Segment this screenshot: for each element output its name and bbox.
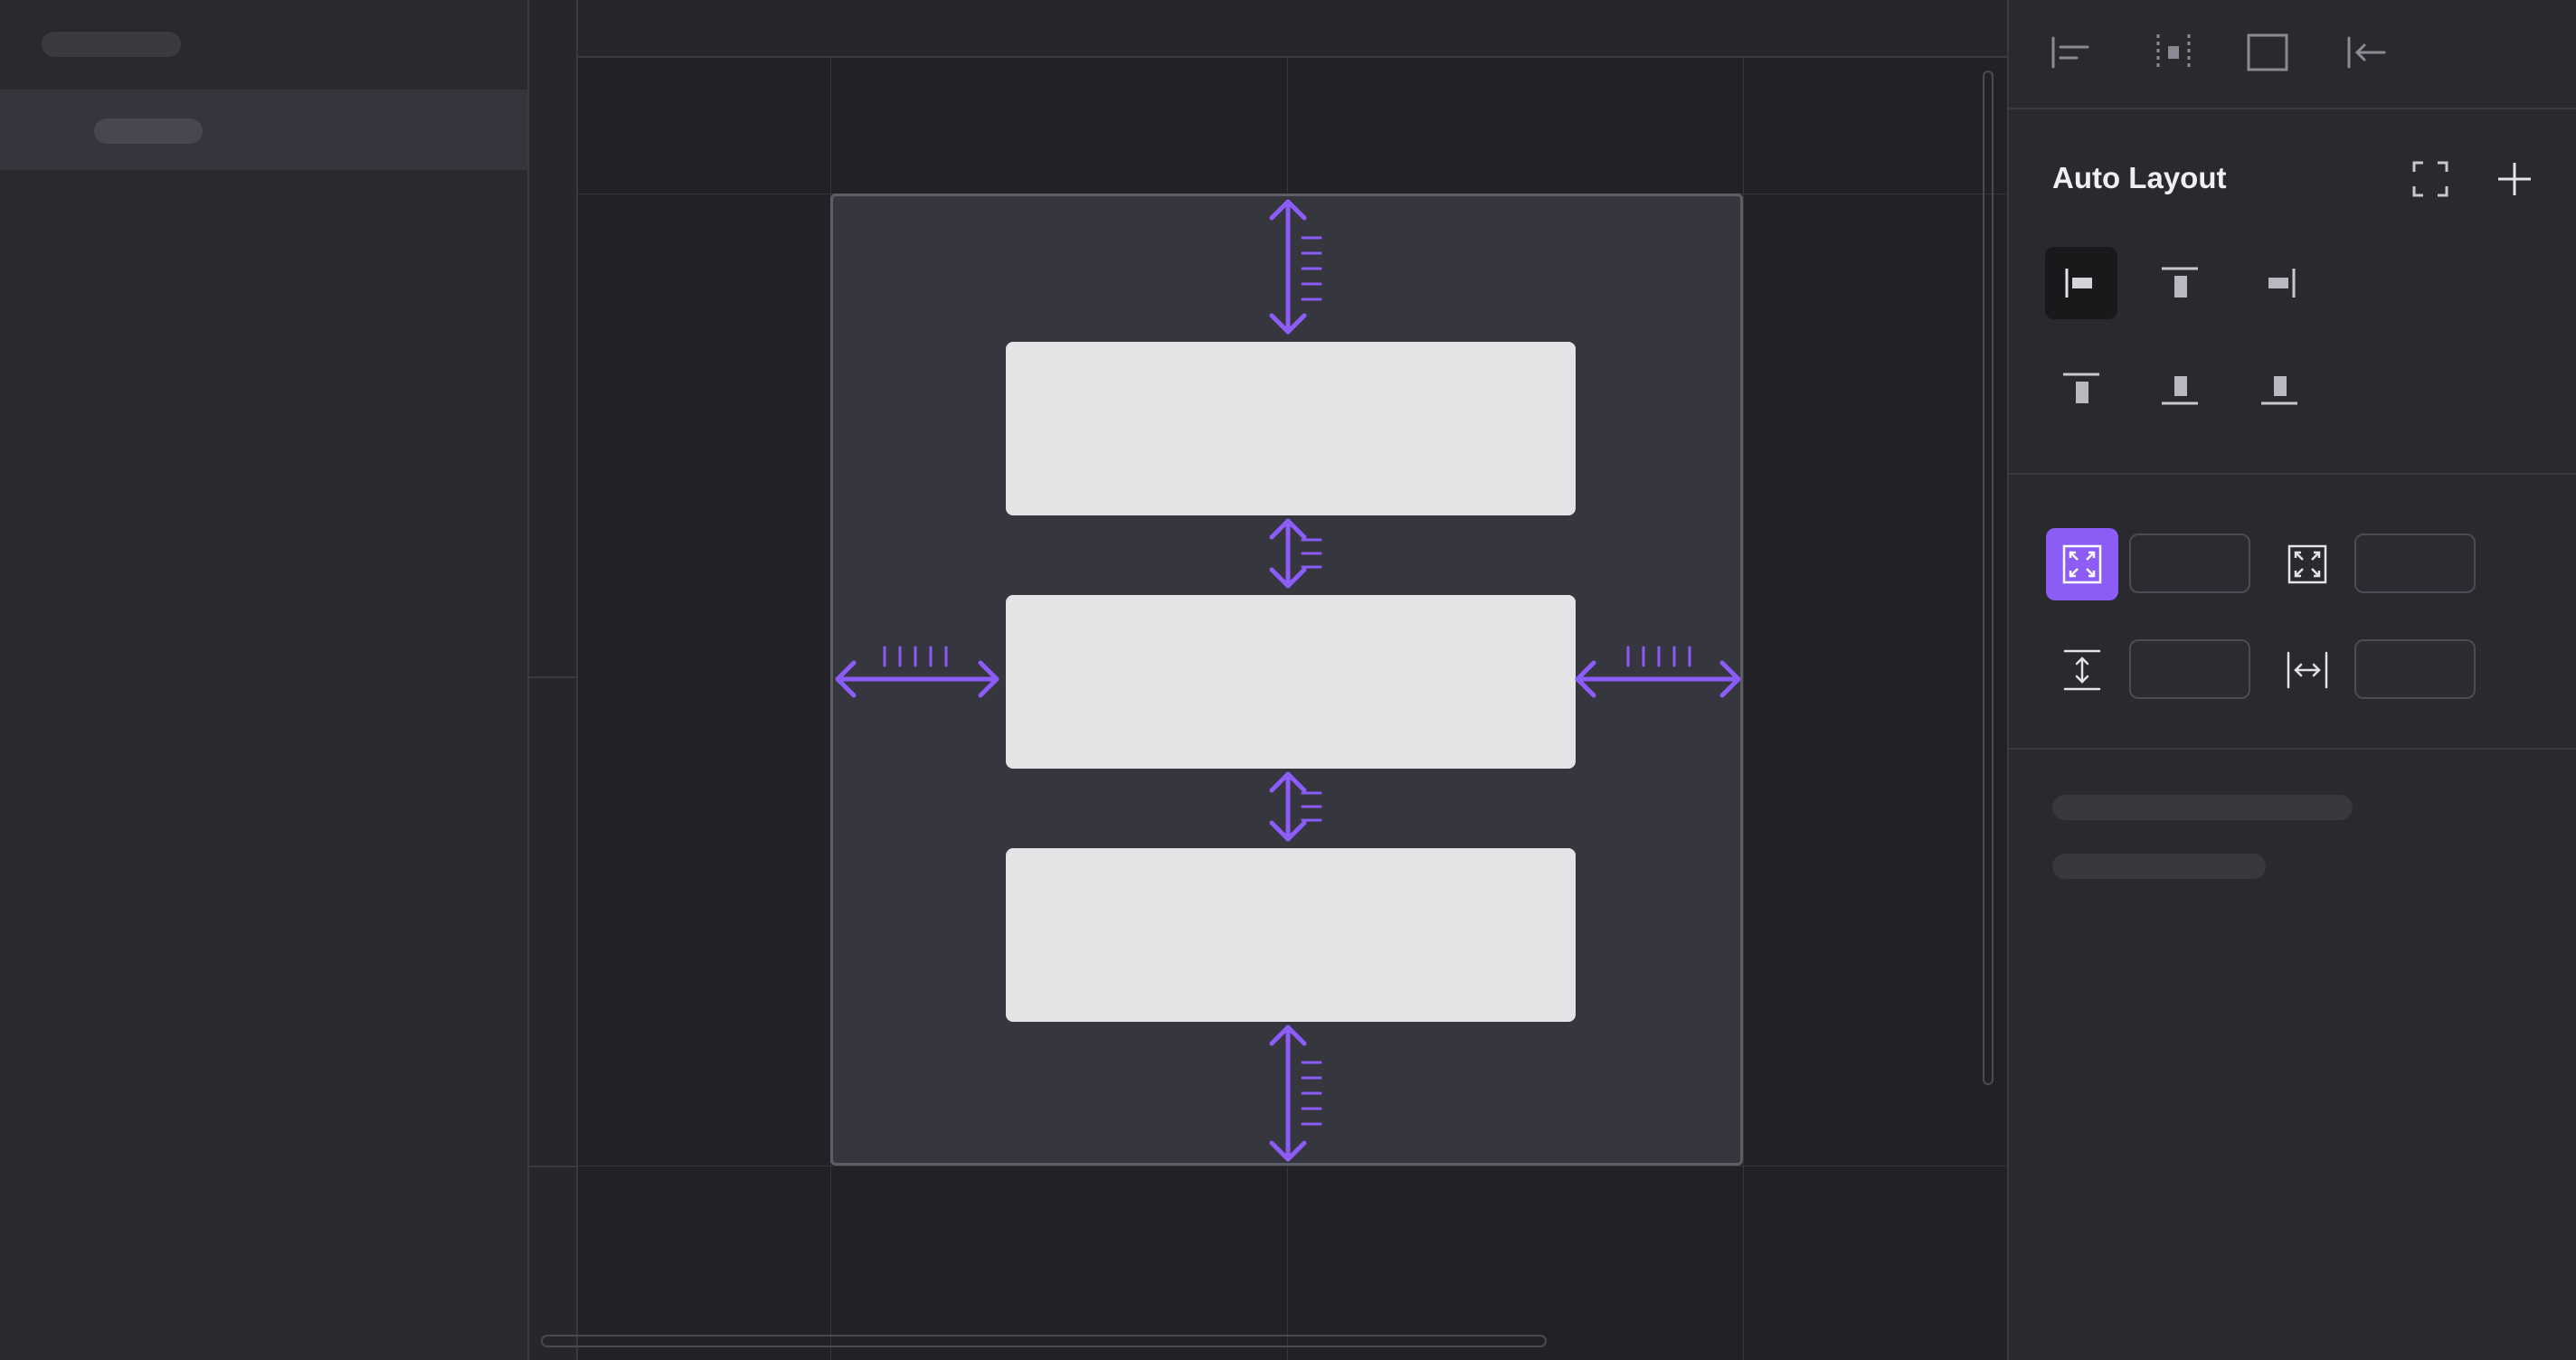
vertical-spacing-icon[interactable] (2046, 634, 2118, 706)
placeholder-line-2 (2052, 854, 2266, 879)
vertical-scrollbar[interactable] (1983, 71, 1994, 1085)
padding-individual-icon[interactable] (2271, 528, 2344, 600)
padding-horizontal-input[interactable] (2129, 534, 2250, 593)
align-bottom-icon[interactable] (2243, 353, 2316, 425)
vertical-ruler (529, 0, 578, 1360)
align-middle-icon[interactable] (2144, 353, 2216, 425)
align-right-icon[interactable] (2243, 247, 2316, 319)
collapse-left-icon[interactable] (2331, 16, 2403, 89)
align-center-icon[interactable] (2144, 247, 2216, 319)
horizontal-scrollbar[interactable] (541, 1335, 1547, 1347)
child-block-2[interactable] (1006, 595, 1576, 769)
resize-to-fit-icon[interactable] (2394, 143, 2467, 215)
add-icon[interactable] (2478, 143, 2551, 215)
frame-icon[interactable] (2231, 16, 2304, 89)
layers-header (0, 0, 527, 91)
child-block-1[interactable] (1006, 342, 1576, 515)
placeholder-line-1 (2052, 795, 2353, 820)
layers-panel (0, 0, 529, 1360)
layer-name-placeholder (94, 118, 203, 144)
padding-all-icon[interactable] (2046, 528, 2118, 600)
horizontal-ruler (529, 0, 2007, 58)
auto-layout-title: Auto Layout (2052, 161, 2227, 194)
padding-vertical-input[interactable] (2354, 534, 2476, 593)
child-block-3[interactable] (1006, 848, 1576, 1022)
vertical-gap-input[interactable] (2129, 639, 2250, 699)
align-top-icon[interactable] (2045, 353, 2117, 425)
layers-title-placeholder (42, 32, 181, 57)
auto-layout-frame[interactable] (830, 194, 1743, 1166)
horizontal-gap-input[interactable] (2354, 639, 2476, 699)
horizontal-spacing-icon[interactable] (2271, 634, 2344, 706)
selected-layer-row[interactable] (0, 91, 527, 170)
align-left-icon[interactable] (2036, 16, 2108, 89)
align-left-icon[interactable] (2045, 247, 2117, 319)
distribute-icon[interactable] (2137, 16, 2210, 89)
properties-panel: Auto Layout (2007, 0, 2576, 1360)
